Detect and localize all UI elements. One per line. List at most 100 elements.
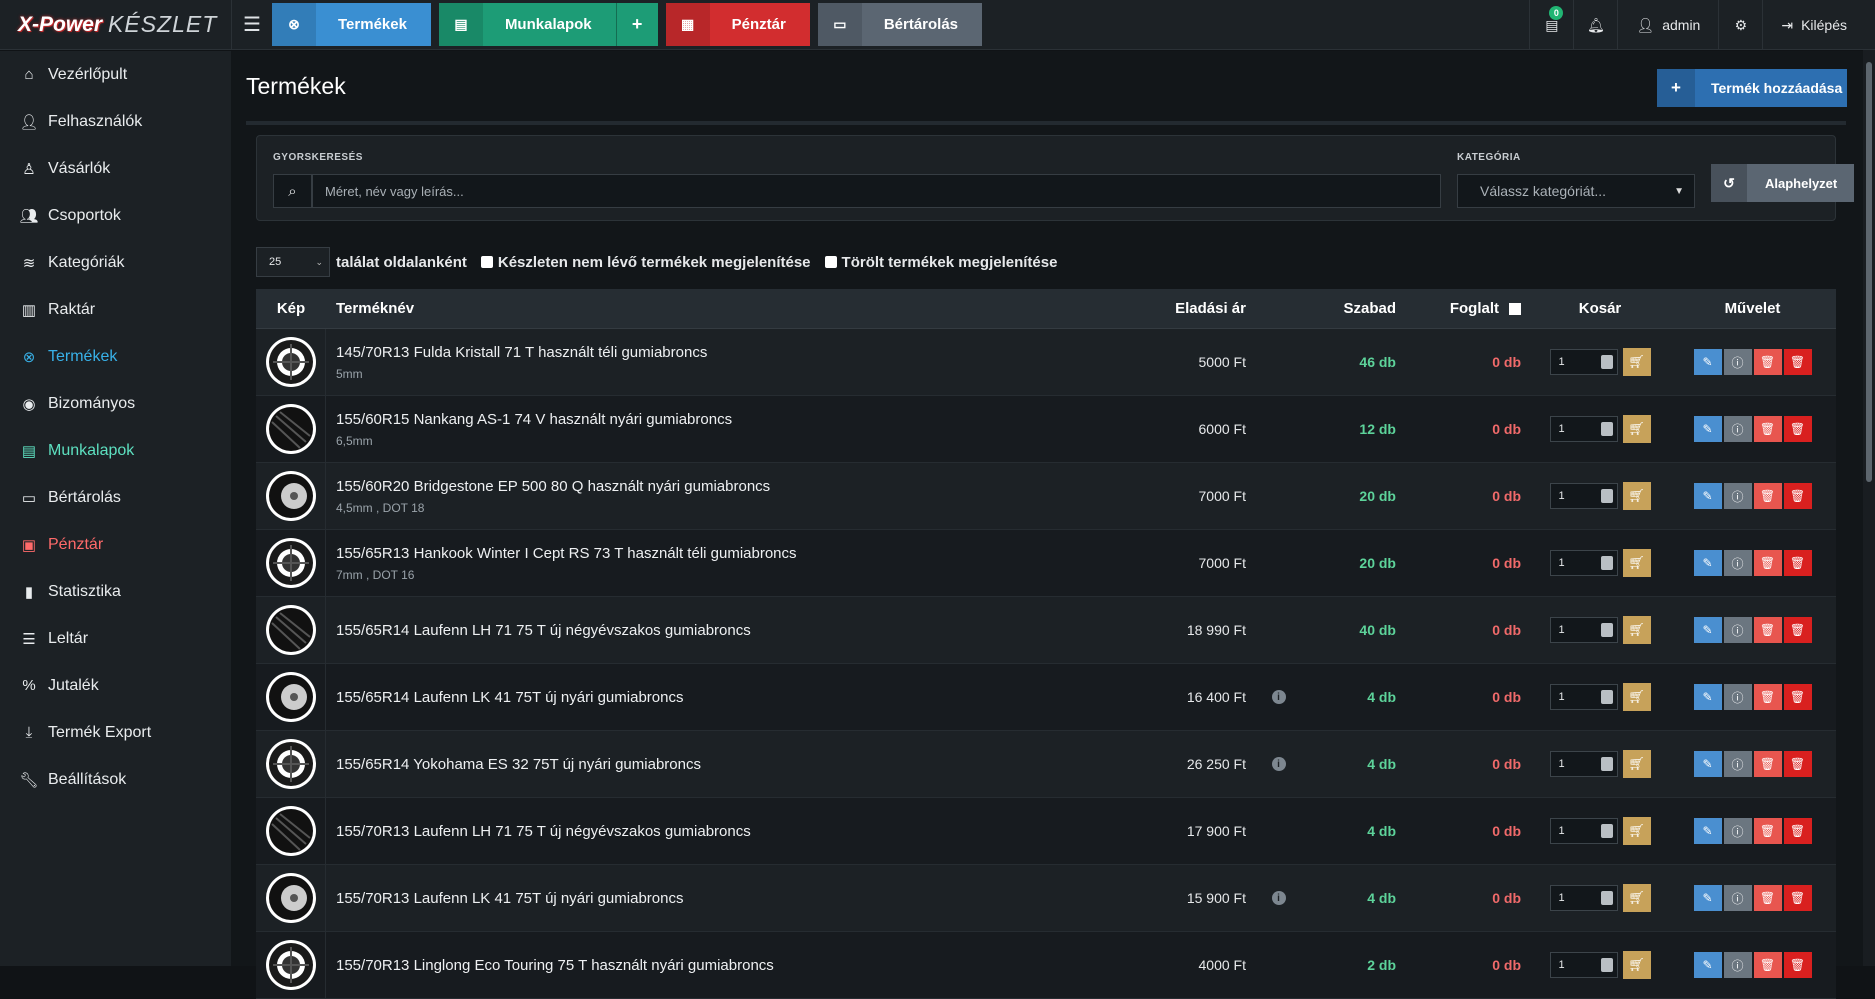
tire-image[interactable] bbox=[265, 538, 316, 588]
details-button[interactable]: ⓘ bbox=[1723, 751, 1752, 777]
details-button[interactable]: ⓘ bbox=[1723, 550, 1752, 576]
info-circle-icon[interactable]: i bbox=[1271, 891, 1286, 905]
product-name[interactable]: 155/65R14 Yokohama ES 32 75T új nyári gu… bbox=[336, 756, 1146, 773]
spinner-icon[interactable] bbox=[1600, 556, 1613, 570]
add-to-cart-button[interactable]: 🛒︎ bbox=[1622, 683, 1651, 711]
spinner-icon[interactable] bbox=[1600, 623, 1613, 637]
permanent-delete-button[interactable]: 🗑︎ bbox=[1783, 684, 1812, 710]
add-munkalap-button[interactable]: + bbox=[615, 3, 658, 46]
sidebar-item-5[interactable]: ▥ Raktár bbox=[0, 286, 231, 333]
sidebar-item-4[interactable]: ≋ Kategóriák bbox=[0, 239, 231, 286]
delete-button[interactable]: 🗑︎ bbox=[1753, 818, 1782, 844]
add-to-cart-button[interactable]: 🛒︎ bbox=[1622, 951, 1651, 979]
tire-image[interactable] bbox=[265, 404, 316, 454]
delete-button[interactable]: 🗑︎ bbox=[1753, 952, 1782, 978]
hamburger-menu-icon[interactable]: ☰ bbox=[232, 0, 272, 50]
product-name[interactable]: 155/65R14 Laufenn LK 41 75T új nyári gum… bbox=[336, 689, 1146, 706]
per-page-select[interactable]: 25 ⌄ bbox=[256, 247, 330, 277]
details-button[interactable]: ⓘ bbox=[1723, 483, 1752, 509]
reset-button[interactable]: ↺ Alaphelyzet bbox=[1711, 164, 1854, 202]
quantity-stepper[interactable]: 1 bbox=[1549, 617, 1618, 643]
details-button[interactable]: ⓘ bbox=[1723, 349, 1752, 375]
show-deleted-label[interactable]: Törölt termékek megjelenítése bbox=[842, 254, 1058, 271]
add-to-cart-button[interactable]: 🛒︎ bbox=[1622, 750, 1651, 778]
add-to-cart-button[interactable]: 🛒︎ bbox=[1622, 348, 1651, 376]
details-button[interactable]: ⓘ bbox=[1723, 416, 1752, 442]
spinner-icon[interactable] bbox=[1600, 958, 1613, 972]
nav-munkalapok-button[interactable]: ▤ Munkalapok + bbox=[438, 3, 658, 46]
quantity-stepper[interactable]: 1 bbox=[1549, 349, 1618, 375]
edit-button[interactable]: ✎ bbox=[1693, 818, 1722, 844]
info-circle-icon[interactable]: i bbox=[1271, 690, 1286, 704]
tire-image[interactable] bbox=[265, 940, 316, 990]
permanent-delete-button[interactable]: 🗑︎ bbox=[1783, 885, 1812, 911]
quantity-stepper[interactable]: 1 bbox=[1549, 818, 1618, 844]
add-to-cart-button[interactable]: 🛒︎ bbox=[1622, 549, 1651, 577]
sidebar-item-12[interactable]: ☰ Leltár bbox=[0, 615, 231, 662]
edit-button[interactable]: ✎ bbox=[1693, 751, 1722, 777]
sidebar-item-14[interactable]: ⤓ Termék Export bbox=[0, 709, 231, 756]
spinner-icon[interactable] bbox=[1600, 489, 1613, 503]
tire-image[interactable] bbox=[265, 672, 316, 722]
sidebar-item-7[interactable]: ◉ Bizományos bbox=[0, 380, 231, 427]
tire-image[interactable] bbox=[265, 605, 316, 655]
details-button[interactable]: ⓘ bbox=[1723, 617, 1752, 643]
edit-button[interactable]: ✎ bbox=[1693, 483, 1722, 509]
product-name[interactable]: 155/65R13 Hankook Winter I Cept RS 73 T … bbox=[336, 545, 1146, 562]
nav-bertarolas-button[interactable]: ▭ Bértárolás bbox=[817, 3, 983, 46]
permanent-delete-button[interactable]: 🗑︎ bbox=[1783, 751, 1812, 777]
sidebar-item-6[interactable]: ⊗ Termékek bbox=[0, 333, 231, 380]
product-name[interactable]: 155/70R13 Linglong Eco Touring 75 T hasz… bbox=[336, 957, 1146, 974]
quantity-stepper[interactable]: 1 bbox=[1549, 483, 1618, 509]
permanent-delete-button[interactable]: 🗑︎ bbox=[1783, 416, 1812, 442]
sidebar-item-11[interactable]: ▮ Statisztika bbox=[0, 568, 231, 615]
edit-button[interactable]: ✎ bbox=[1693, 684, 1722, 710]
tire-image[interactable] bbox=[265, 471, 316, 521]
details-button[interactable]: ⓘ bbox=[1723, 818, 1752, 844]
category-select[interactable]: Válassz kategóriát... ▼ bbox=[1457, 174, 1695, 208]
scrollbar-thumb[interactable] bbox=[1866, 62, 1872, 482]
edit-button[interactable]: ✎ bbox=[1693, 885, 1722, 911]
delete-button[interactable]: 🗑︎ bbox=[1753, 617, 1782, 643]
brand-logo[interactable]: X-Power KÉSZLET bbox=[0, 0, 232, 50]
add-to-cart-button[interactable]: 🛒︎ bbox=[1622, 616, 1651, 644]
permanent-delete-button[interactable]: 🗑︎ bbox=[1783, 617, 1812, 643]
product-name[interactable]: 155/65R14 Laufenn LH 71 75 T új négyévsz… bbox=[336, 622, 1146, 639]
edit-button[interactable]: ✎ bbox=[1693, 349, 1722, 375]
sidebar-item-0[interactable]: ⌂ Vezérlőpult bbox=[0, 51, 231, 98]
spinner-icon[interactable] bbox=[1600, 891, 1613, 905]
header-name[interactable]: Terméknév bbox=[326, 300, 1146, 317]
header-price[interactable]: Eladási ár bbox=[1146, 300, 1256, 317]
edit-button[interactable]: ✎ bbox=[1693, 952, 1722, 978]
spinner-icon[interactable] bbox=[1600, 824, 1613, 838]
spinner-icon[interactable] bbox=[1600, 690, 1613, 704]
sidebar-item-10[interactable]: ▣ Pénztár bbox=[0, 521, 231, 568]
product-name[interactable]: 155/60R15 Nankang AS-1 74 V használt nyá… bbox=[336, 411, 1146, 428]
show-deleted-checkbox[interactable] bbox=[824, 256, 837, 268]
sidebar-item-15[interactable]: 🔧︎ Beállítások bbox=[0, 756, 231, 803]
search-input[interactable] bbox=[312, 174, 1441, 208]
reserved-filter-checkbox[interactable] bbox=[1509, 302, 1521, 315]
delete-button[interactable]: 🗑︎ bbox=[1753, 416, 1782, 442]
tire-image[interactable] bbox=[265, 739, 316, 789]
spinner-icon[interactable] bbox=[1600, 355, 1613, 369]
show-out-of-stock-checkbox[interactable] bbox=[480, 256, 493, 268]
documents-notification-button[interactable]: ▤ 0 bbox=[1529, 0, 1573, 50]
product-name[interactable]: 155/70R13 Laufenn LK 41 75T új nyári gum… bbox=[336, 890, 1146, 907]
sidebar-item-2[interactable]: ♙ Vásárlók bbox=[0, 145, 231, 192]
quantity-stepper[interactable]: 1 bbox=[1549, 952, 1618, 978]
edit-button[interactable]: ✎ bbox=[1693, 550, 1722, 576]
permanent-delete-button[interactable]: 🗑︎ bbox=[1783, 483, 1812, 509]
quantity-stepper[interactable]: 1 bbox=[1549, 885, 1618, 911]
permanent-delete-button[interactable]: 🗑︎ bbox=[1783, 349, 1812, 375]
sidebar-item-1[interactable]: 👤︎ Felhasználók bbox=[0, 98, 231, 145]
add-to-cart-button[interactable]: 🛒︎ bbox=[1622, 817, 1651, 845]
quantity-stepper[interactable]: 1 bbox=[1549, 751, 1618, 777]
add-to-cart-button[interactable]: 🛒︎ bbox=[1622, 884, 1651, 912]
details-button[interactable]: ⓘ bbox=[1723, 885, 1752, 911]
delete-button[interactable]: 🗑︎ bbox=[1753, 483, 1782, 509]
info-circle-icon[interactable]: i bbox=[1271, 757, 1286, 771]
product-name[interactable]: 145/70R13 Fulda Kristall 71 T használt t… bbox=[336, 344, 1146, 361]
add-to-cart-button[interactable]: 🛒︎ bbox=[1622, 415, 1651, 443]
logout-button[interactable]: ⇥ Kilépés bbox=[1762, 0, 1875, 50]
